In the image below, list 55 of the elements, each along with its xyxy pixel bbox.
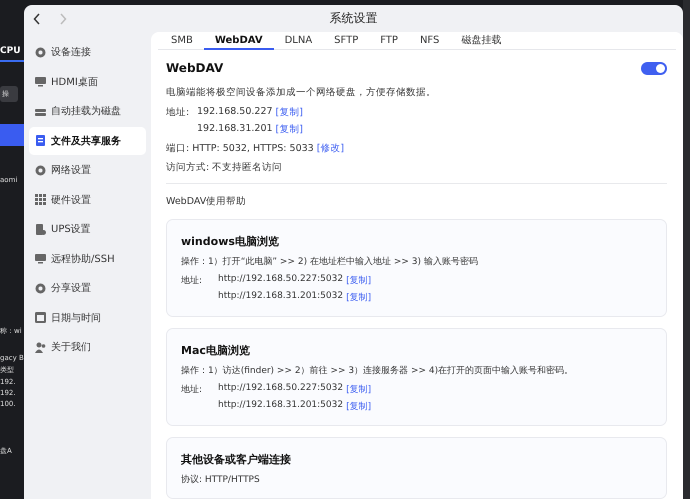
access-text: 访问方式: 不支持匿名访问 — [166, 161, 284, 174]
selected-row — [0, 124, 24, 146]
card-title: Mac电脑浏览 — [181, 343, 251, 358]
window-title: 系统设置 — [330, 10, 378, 27]
sidebar-item[interactable]: 自动挂载为磁盘 — [29, 97, 146, 125]
tab[interactable]: WebDAV — [204, 32, 274, 50]
copy-link[interactable]: [复制] — [276, 123, 303, 136]
url-text: http://192.168.31.201:5032 — [218, 291, 344, 303]
grid-icon — [35, 194, 46, 205]
copy-link[interactable]: [复制] — [346, 383, 372, 396]
sidebar-item[interactable]: 设备连接 — [29, 38, 146, 66]
tab[interactable]: SMB — [160, 32, 204, 50]
card-title: 其他设备或客户端连接 — [181, 452, 292, 467]
address-label: 地址: — [181, 274, 204, 288]
sidebar-item[interactable]: 关于我们 — [29, 333, 146, 361]
card-title: windows电脑浏览 — [181, 234, 280, 249]
help-title: WebDAV使用帮助 — [166, 195, 248, 208]
steps-text: 操作：1）打开“此电脑” >> 2) 在地址栏中输入地址 >> 3) 输入账号密码 — [181, 256, 479, 268]
sidebar-item[interactable]: 文件及共享服务 — [29, 126, 146, 154]
toggle-switch[interactable] — [641, 62, 667, 74]
url-text: http://192.168.31.201:5032 — [218, 400, 344, 412]
copy-link[interactable]: [复制] — [346, 274, 372, 287]
calendar-icon — [35, 312, 46, 323]
file-icon — [35, 135, 46, 146]
url-text: http://192.168.50.227:5032 — [218, 274, 344, 286]
sidebar-item[interactable]: 远程协助/SSH — [29, 244, 146, 272]
tab[interactable]: DLNA — [274, 32, 324, 50]
people-icon — [35, 342, 46, 352]
steps-text: 操作：1）访达(finder) >> 2）前往 >> 3）连接服务器 >> 4)在打开的页面中输入账号和密码。 — [181, 364, 574, 377]
tab[interactable]: 磁盘挂载 — [450, 32, 512, 50]
sidebar-item[interactable]: HDMI桌面 — [29, 68, 146, 96]
ip-address: 192.168.50.227 — [197, 106, 273, 119]
back-icon[interactable] — [33, 12, 41, 24]
sidebar-item[interactable]: 分享设置 — [29, 274, 146, 302]
tab[interactable]: FTP — [369, 32, 409, 50]
sidebar-item[interactable]: UPS设置 — [29, 215, 146, 243]
tab[interactable]: SFTP — [323, 32, 370, 50]
address-label: 地址: — [181, 384, 204, 397]
sidebar-item[interactable]: 硬件设置 — [29, 186, 146, 214]
copy-link[interactable]: [复制] — [276, 106, 303, 119]
ip-address: 192.168.31.201 — [197, 123, 273, 136]
sidebar-item[interactable]: 日期与时间 — [29, 304, 146, 332]
section-title: WebDAV — [166, 61, 224, 75]
sidebar-item[interactable]: 网络设置 — [29, 156, 146, 184]
copy-link[interactable]: [复制] — [346, 400, 372, 413]
tab[interactable]: NFS — [408, 32, 450, 50]
url-text: http://192.168.50.227:5032 — [218, 383, 344, 395]
edit-link[interactable]: [修改] — [316, 142, 344, 155]
steps-text: 协议: HTTP/HTTPS — [181, 474, 261, 486]
monitor-icon — [35, 76, 46, 87]
address-label: 地址: — [166, 106, 190, 120]
monitor-icon — [35, 253, 46, 264]
description-text: 电脑端能将极空间设备添加成一个网络硬盘，方便存储数据。 — [166, 86, 437, 99]
copy-link[interactable]: [复制] — [346, 291, 372, 304]
port-text: 端口: HTTP: 5032, HTTPS: 5033 — [166, 142, 314, 155]
